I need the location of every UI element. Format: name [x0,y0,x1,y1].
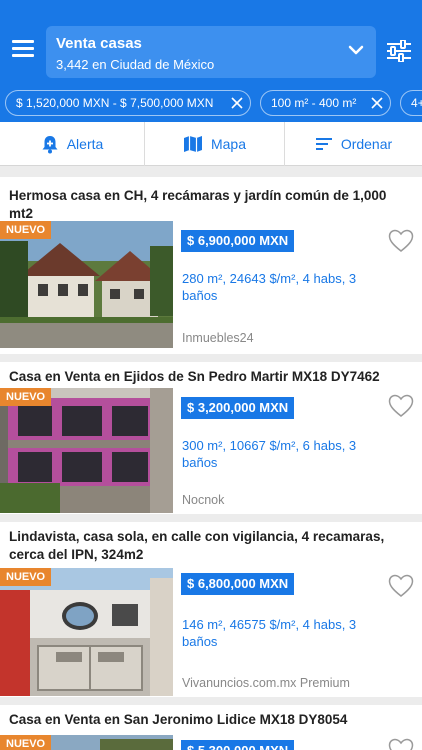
listing-details: 280 m², 24643 $/m², 4 habs, 3 baños [182,271,357,303]
heart-icon[interactable] [388,229,414,253]
alert-button[interactable]: Alerta [0,122,145,166]
search-selector[interactable]: Venta casas 3,442 en Ciudad de México [46,26,376,78]
filter-chip-rooms[interactable]: 4+ [400,90,422,116]
filter-chip-area[interactable]: 100 m² - 400 m² [260,90,391,116]
filter-chip-label: 100 m² - 400 m² [271,96,357,110]
listing-photo[interactable]: NUEVO [0,568,173,696]
listing-card[interactable]: Lindavista, casa sola, en calle con vigi… [0,522,422,697]
close-icon[interactable] [231,97,243,109]
listing-source: Nocnok [182,493,225,507]
map-label: Mapa [210,136,247,152]
listing-title: Lindavista, casa sola, en calle con vigi… [9,529,385,562]
house-photo [0,221,173,348]
listing-title: Casa en Venta en San Jeronimo Lidice MX1… [9,712,348,727]
new-badge: NUEVO [0,388,52,406]
new-badge: NUEVO [0,735,52,750]
heart-icon[interactable] [388,394,414,418]
heart-icon[interactable] [388,574,414,598]
new-badge: NUEVO [0,568,52,586]
results-count: 3,442 en Ciudad de México [56,57,215,72]
new-badge: NUEVO [0,221,52,239]
listing-source: Inmuebles24 [182,331,254,345]
listing-price: $ 6,900,000 MXN [181,230,295,252]
bell-plus-icon [42,136,58,154]
alert-label: Alerta [66,136,104,152]
listing-title: Hermosa casa en CH, 4 recámaras y jardín… [9,188,387,221]
listing-photo[interactable]: NUEVO [0,388,173,513]
listing-title: Casa en Venta en Ejidos de Sn Pedro Mart… [9,369,380,384]
listing-price: $ 3,200,000 MXN [181,397,295,419]
listing-photo[interactable]: NUEVO [0,221,173,348]
listing-price: $ 5,300,000 MXN [181,740,295,750]
sort-lines-icon [315,138,332,150]
house-photo [0,388,173,513]
search-title: Venta casas [56,35,142,52]
app-header: Venta casas 3,442 en Ciudad de México [0,0,422,84]
listing-card[interactable]: Casa en Venta en San Jeronimo Lidice MX1… [0,705,422,750]
filter-chip-price[interactable]: $ 1,520,000 MXN - $ 7,500,000 MXN [5,90,251,116]
action-bar: Alerta Mapa Ordenar [0,122,422,166]
map-icon [183,136,202,152]
sort-label: Ordenar [340,136,393,152]
listing-card[interactable]: Hermosa casa en CH, 4 recámaras y jardín… [0,177,422,354]
listing-photo[interactable]: NUEVO [0,735,173,750]
filter-chip-label: 4+ [411,96,422,110]
listing-source: Vivanuncios.com.mx Premium [182,676,350,690]
filter-chip-label: $ 1,520,000 MXN - $ 7,500,000 MXN [16,96,214,110]
sort-button[interactable]: Ordenar [285,122,422,166]
listing-details: 300 m², 10667 $/m², 6 habs, 3 baños [182,438,357,470]
filter-chips: $ 1,520,000 MXN - $ 7,500,000 MXN 100 m²… [0,84,422,122]
house-photo [0,568,173,696]
heart-icon[interactable] [388,738,414,750]
close-icon[interactable] [371,97,383,109]
listing-price: $ 6,800,000 MXN [181,573,295,595]
menu-button[interactable] [12,40,34,58]
listing-card[interactable]: Casa en Venta en Ejidos de Sn Pedro Mart… [0,362,422,514]
sliders-icon[interactable] [386,40,412,62]
chevron-down-icon [348,45,364,55]
listing-details: 146 m², 46575 $/m², 4 habs, 3 baños [182,617,357,649]
map-button[interactable]: Mapa [145,122,285,166]
